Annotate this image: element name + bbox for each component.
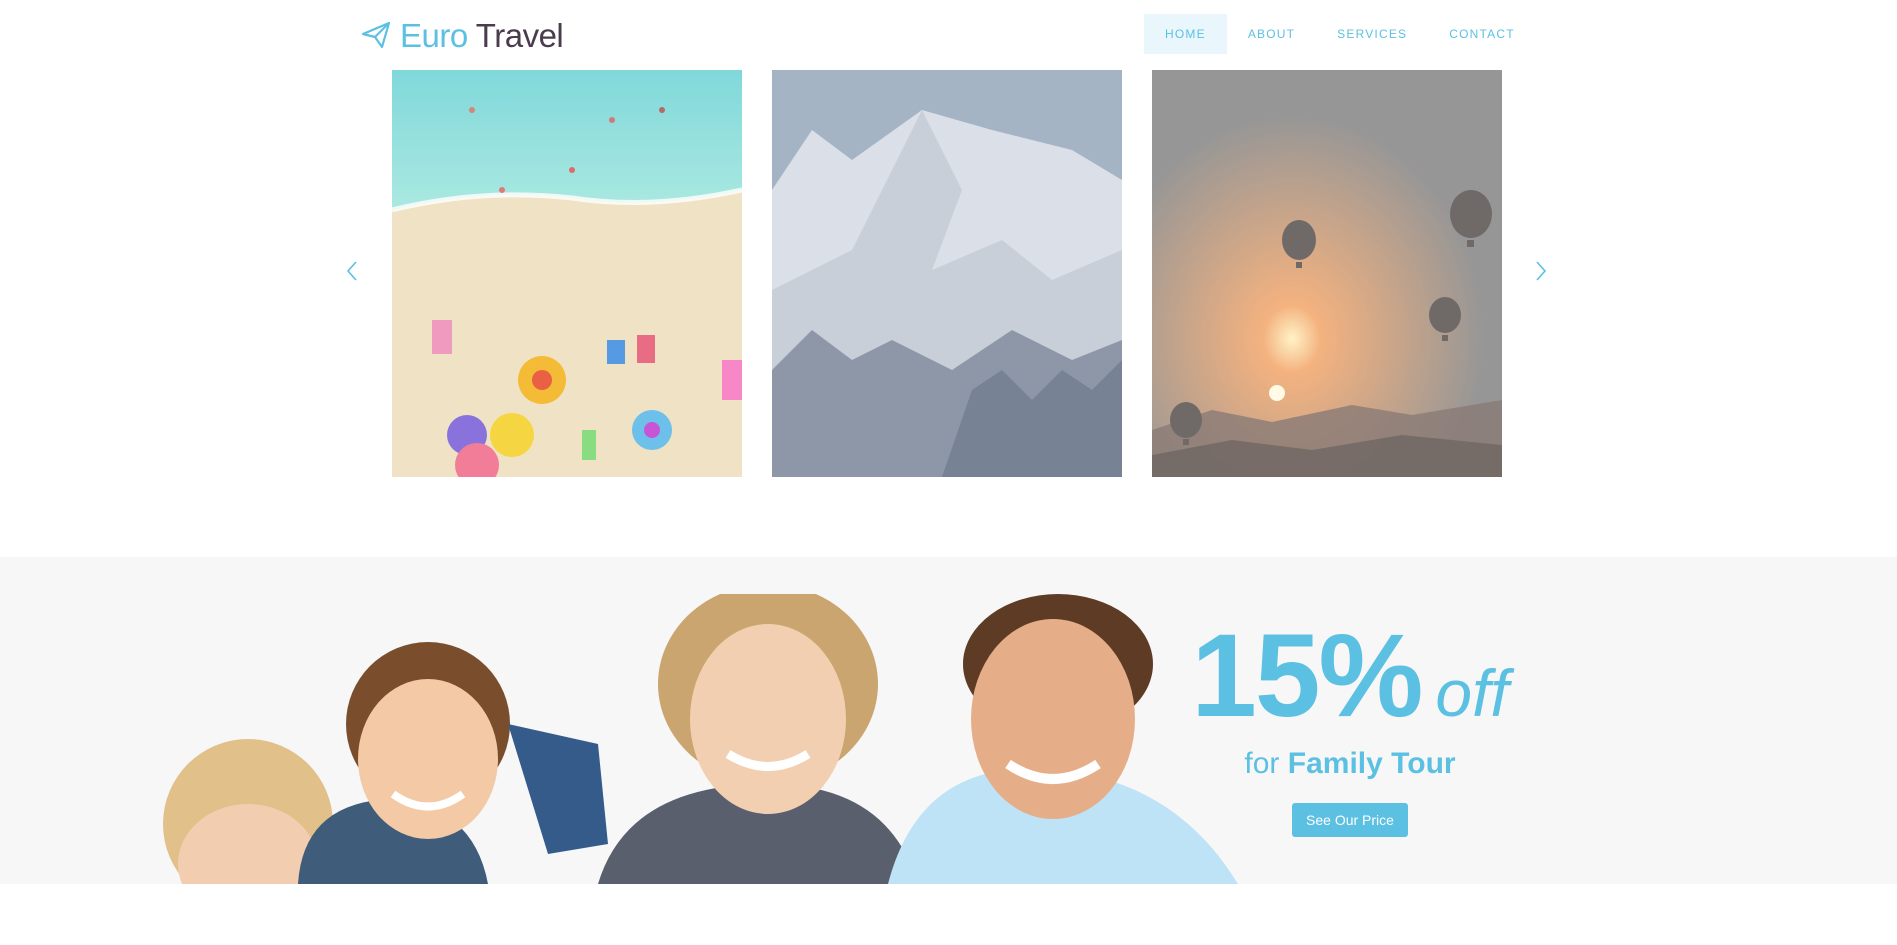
carousel-slide-mountain[interactable]: [772, 70, 1122, 477]
beach-photo: [392, 70, 742, 477]
promo-text: 15% off for Family Tour See Our Price: [1180, 617, 1520, 837]
promo-headline: 15% off: [1180, 617, 1520, 735]
main-nav: HOME ABOUT SERVICES CONTACT: [1144, 14, 1536, 54]
hot-air-balloons-sunset-photo: [1152, 70, 1502, 477]
family-tour-promo: 15% off for Family Tour See Our Price: [0, 557, 1897, 884]
promo-percent: 15%: [1191, 610, 1423, 742]
carousel-slide-beach[interactable]: [392, 70, 742, 477]
chevron-right-icon[interactable]: [1528, 259, 1552, 283]
brand-logo[interactable]: Euro Travel: [360, 12, 564, 58]
brand-word-euro: Euro: [400, 16, 468, 54]
see-our-price-button[interactable]: See Our Price: [1292, 803, 1408, 837]
chevron-left-icon[interactable]: [341, 259, 365, 283]
promo-family-tour: Family Tour: [1287, 747, 1456, 780]
nav-services[interactable]: SERVICES: [1316, 14, 1428, 54]
promo-for: for: [1244, 747, 1280, 780]
brand-name: Euro Travel: [400, 16, 564, 54]
carousel-slide-balloons[interactable]: [1152, 70, 1502, 477]
page: Euro Travel HOME ABOUT SERVICES CONTACT: [0, 0, 1897, 945]
paper-plane-icon: [361, 21, 391, 49]
promo-off: off: [1435, 656, 1509, 730]
brand-word-travel: Travel: [475, 16, 564, 54]
family-photo: [163, 594, 1238, 884]
snowy-mountain-photo: [772, 70, 1122, 477]
nav-home[interactable]: HOME: [1144, 14, 1227, 54]
promo-subtitle: for Family Tour: [1180, 747, 1520, 781]
nav-contact[interactable]: CONTACT: [1428, 14, 1536, 54]
nav-about[interactable]: ABOUT: [1227, 14, 1316, 54]
